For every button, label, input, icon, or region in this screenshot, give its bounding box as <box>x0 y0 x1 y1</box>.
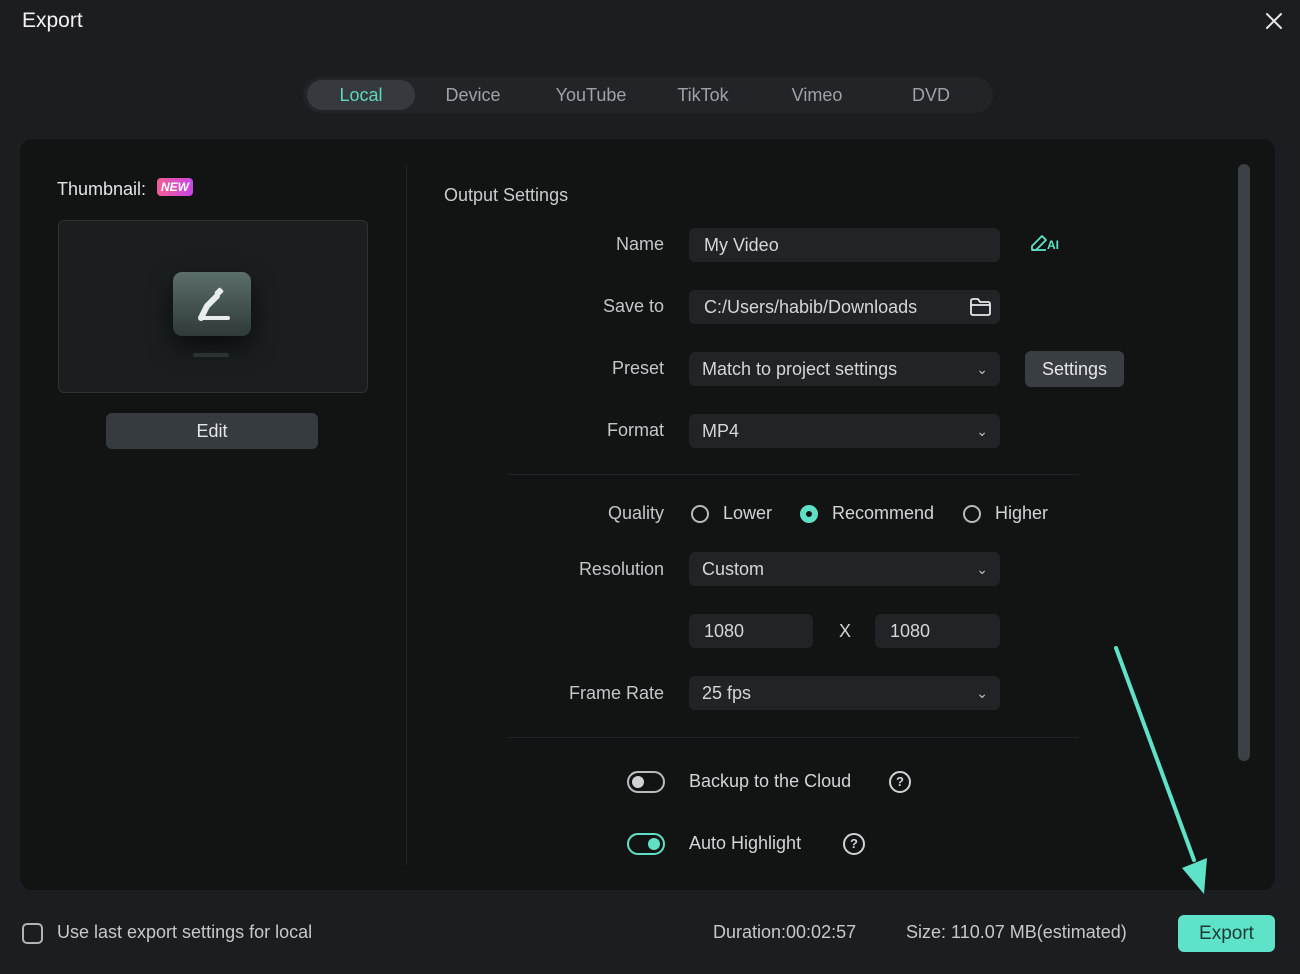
resolution-label: Resolution <box>578 559 664 579</box>
output-settings-title: Output Settings <box>444 185 569 205</box>
thumbnail-reflection <box>193 353 229 357</box>
use-last-settings-label[interactable]: Use last export settings for local <box>57 922 312 943</box>
preset-select[interactable]: Match to project settings ⌄ <box>689 352 1000 386</box>
resolution-width-input[interactable]: 1080 <box>689 614 813 648</box>
quality-recommend-radio[interactable] <box>800 505 818 523</box>
format-select[interactable]: MP4 ⌄ <box>689 414 1000 448</box>
thumbnail-label: Thumbnail: <box>57 179 147 199</box>
tab-local[interactable]: Local <box>307 80 415 110</box>
close-icon[interactable] <box>1262 9 1286 33</box>
resolution-value: Custom <box>702 559 765 579</box>
backup-cloud-label: Backup to the Cloud <box>689 771 852 791</box>
auto-highlight-label: Auto Highlight <box>689 833 802 853</box>
thumbnail-preview[interactable] <box>58 220 368 393</box>
format-value: MP4 <box>702 421 740 441</box>
format-label: Format <box>606 420 664 440</box>
quality-label: Quality <box>607 503 664 523</box>
section-divider <box>507 737 1079 738</box>
folder-icon[interactable] <box>969 297 992 317</box>
tab-device[interactable]: Device <box>419 80 527 110</box>
tab-dvd[interactable]: DVD <box>881 80 981 110</box>
edit-thumbnail-button[interactable]: Edit <box>106 413 318 449</box>
chevron-down-icon: ⌄ <box>976 685 988 701</box>
settings-panel: Thumbnail: NEW Edit Output Settings Name… <box>20 139 1275 890</box>
size-estimate-text: Size: 110.07 MB(estimated) <box>906 922 1127 942</box>
help-icon[interactable]: ? <box>889 771 911 793</box>
frame-rate-label: Frame Rate <box>568 683 664 703</box>
help-icon[interactable]: ? <box>843 833 865 855</box>
section-divider <box>507 474 1079 475</box>
ai-label: AI <box>1047 238 1059 252</box>
tab-tiktok[interactable]: TikTok <box>653 80 753 110</box>
quality-higher-label[interactable]: Higher <box>995 503 1048 524</box>
quality-lower-label[interactable]: Lower <box>723 503 772 524</box>
save-to-label: Save to <box>602 296 664 316</box>
resolution-select[interactable]: Custom ⌄ <box>689 552 1000 586</box>
tab-youtube[interactable]: YouTube <box>537 80 645 110</box>
preset-value: Match to project settings <box>702 359 898 379</box>
name-value: My Video <box>704 235 779 255</box>
chevron-down-icon: ⌄ <box>976 423 988 439</box>
preset-settings-button[interactable]: Settings <box>1025 351 1124 387</box>
quality-lower-radio[interactable] <box>691 505 709 523</box>
chevron-down-icon: ⌄ <box>976 361 988 377</box>
auto-highlight-toggle[interactable] <box>627 833 665 855</box>
thumbnail-edit-icon <box>173 272 251 336</box>
column-divider <box>406 165 407 865</box>
use-last-settings-checkbox[interactable] <box>22 923 43 944</box>
chevron-down-icon: ⌄ <box>976 561 988 577</box>
quality-higher-radio[interactable] <box>963 505 981 523</box>
tab-vimeo[interactable]: Vimeo <box>767 80 867 110</box>
save-path-input[interactable]: C:/Users/habib/Downloads <box>689 290 1000 324</box>
backup-cloud-toggle[interactable] <box>627 771 665 793</box>
export-target-tabs: Local Device YouTube TikTok Vimeo DVD <box>303 77 993 113</box>
quality-recommend-label[interactable]: Recommend <box>832 503 934 524</box>
resolution-height-value: 1080 <box>890 621 931 641</box>
new-badge: NEW <box>157 178 193 196</box>
ai-rename-icon[interactable]: AI <box>1029 232 1061 256</box>
frame-rate-value: 25 fps <box>702 683 752 703</box>
window-title: Export <box>22 9 83 32</box>
duration-text: Duration:00:02:57 <box>713 922 857 942</box>
name-label: Name <box>615 234 664 254</box>
frame-rate-select[interactable]: 25 fps ⌄ <box>689 676 1000 710</box>
preset-label: Preset <box>611 358 664 378</box>
scrollbar[interactable] <box>1238 164 1250 761</box>
resolution-width-value: 1080 <box>704 621 745 641</box>
export-button[interactable]: Export <box>1178 915 1275 952</box>
name-input[interactable]: My Video <box>689 228 1000 262</box>
resolution-separator: X <box>839 621 852 641</box>
resolution-height-input[interactable]: 1080 <box>875 614 1000 648</box>
save-path-value: C:/Users/habib/Downloads <box>704 297 918 317</box>
